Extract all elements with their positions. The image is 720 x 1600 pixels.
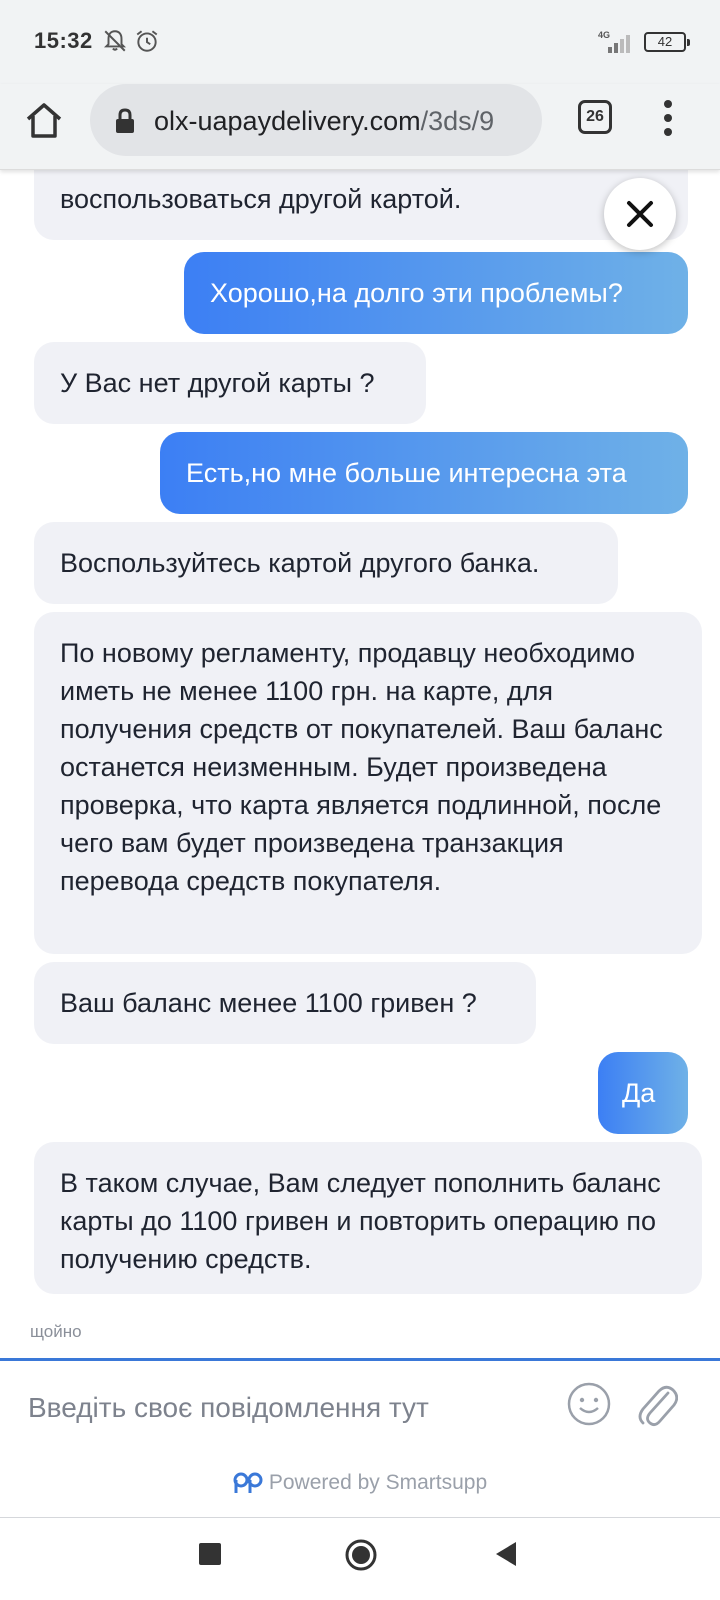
user-message: Хорошо,на долго эти проблемы? [184, 252, 688, 334]
home-icon[interactable] [22, 98, 66, 142]
agent-message: По новому регламенту, продавцу необходим… [34, 612, 702, 954]
agent-message: воспользоваться другой картой. [34, 170, 688, 240]
user-message: Есть,но мне больше интересна эта [160, 432, 688, 514]
agent-message: Воспользуйтесь картой другого банка. [34, 522, 618, 604]
battery-icon: 42 [644, 32, 690, 52]
agent-message: В таком случае, Вам следует пополнить ба… [34, 1142, 702, 1294]
more-vert-icon[interactable] [660, 98, 676, 138]
attachment-icon[interactable] [634, 1379, 678, 1429]
close-chat-button[interactable] [604, 178, 676, 250]
agent-message: Ваш баланс менее 1100 гривен ? [34, 962, 536, 1044]
status-bar: 15:32 4G 42 [0, 0, 720, 84]
url-host: olx-uapaydelivery.com [154, 106, 421, 136]
message-status: щойно [30, 1322, 82, 1341]
powered-by-text: Powered by Smartsupp [268, 1471, 488, 1494]
smartsupp-logo-icon [233, 1472, 263, 1494]
alarm-icon [136, 30, 158, 52]
chat-window[interactable]: воспользоваться другой картой. Хорошо,на… [0, 170, 720, 1360]
agent-message: У Вас нет другой карты ? [34, 342, 426, 424]
message-input[interactable] [28, 1383, 548, 1433]
message-composer: Powered by Smartsupp [0, 1358, 720, 1518]
url-text: olx-uapaydelivery.com/3ds/9 [154, 106, 534, 137]
back-icon[interactable] [494, 1540, 518, 1568]
system-nav-bar [0, 1518, 720, 1600]
status-time: 15:32 [34, 28, 93, 53]
browser-toolbar: olx-uapaydelivery.com/3ds/9 26 [0, 84, 720, 170]
address-bar[interactable]: olx-uapaydelivery.com/3ds/9 [90, 84, 542, 156]
tabs-button[interactable]: 26 [578, 100, 612, 134]
emoji-icon[interactable] [566, 1381, 612, 1427]
close-icon [627, 201, 653, 227]
lock-icon [116, 108, 134, 133]
signal-icon [608, 35, 630, 53]
powered-by[interactable]: Powered by Smartsupp [0, 1471, 720, 1495]
user-message: Да [598, 1052, 688, 1134]
home-nav-icon[interactable] [344, 1538, 378, 1572]
recents-icon[interactable] [198, 1542, 222, 1566]
notifications-off-icon [103, 30, 127, 52]
url-path: /3ds/9 [420, 106, 495, 136]
